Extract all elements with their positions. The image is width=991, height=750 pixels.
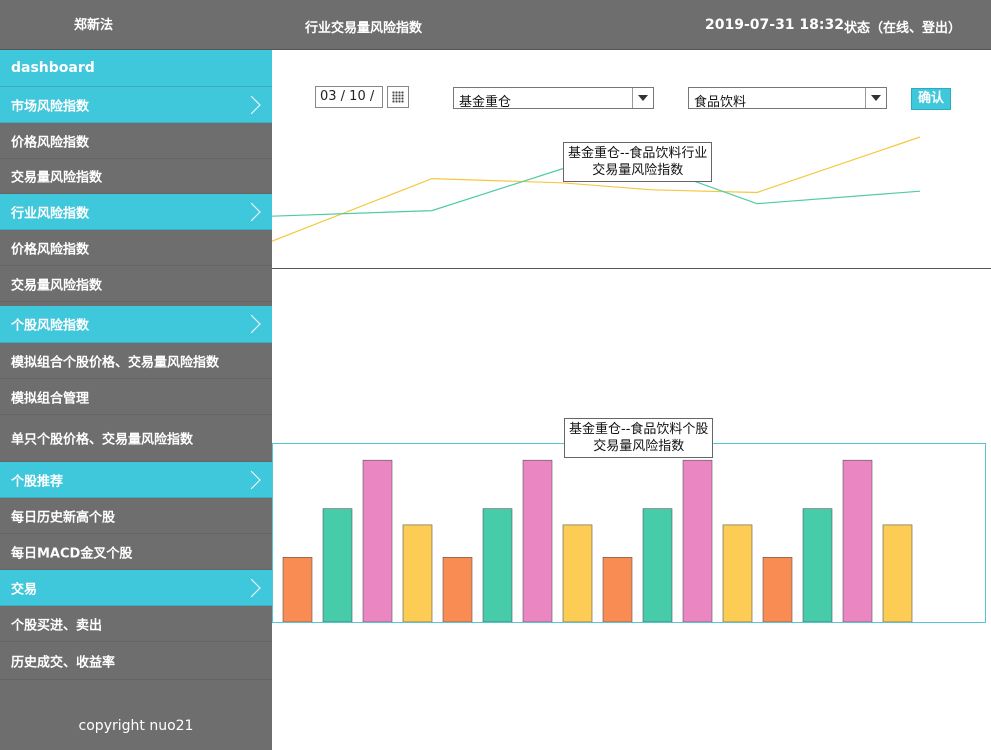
bar-8[interactable] xyxy=(562,524,593,623)
industry-select[interactable]: 食品饮料 xyxy=(688,87,887,110)
date-input[interactable]: 03 / 10 / xyxy=(315,86,383,108)
bar-10[interactable] xyxy=(642,508,673,623)
industry-select-value: 食品饮料 xyxy=(694,95,747,110)
sidebar-item-9[interactable]: 模拟组合管理 xyxy=(0,379,272,415)
sidebar-item-12[interactable]: 每日历史新高个股 xyxy=(0,498,272,534)
bar-3[interactable] xyxy=(362,459,393,623)
bar-16[interactable] xyxy=(882,524,913,623)
chevron-right-icon xyxy=(242,202,261,221)
sidebar-item-label: 价格风险指数 xyxy=(11,135,90,150)
bar-chart-title: 基金重仓--食品饮料个股 交易量风险指数 xyxy=(564,418,714,458)
line-chart-title-line1: 基金重仓--食品饮料行业 xyxy=(568,146,708,161)
copyright-text: copyright nuo21 xyxy=(78,718,194,734)
bar-7[interactable] xyxy=(522,459,553,623)
bar-12[interactable] xyxy=(722,524,753,623)
bar-5[interactable] xyxy=(442,557,473,623)
page-title: 行业交易量风险指数 xyxy=(305,21,423,36)
calendar-button[interactable] xyxy=(387,86,409,108)
sidebar-item-label: 个股买进、卖出 xyxy=(11,618,103,633)
chevron-right-icon xyxy=(242,470,261,489)
sidebar: dashboard 市场风险指数 价格风险指数 交易量风险指数 行业风险指数 价格风险指数… xyxy=(0,50,272,750)
sidebar-item-0[interactable]: dashboard xyxy=(0,50,272,87)
sidebar-item-label: 个股风险指数 xyxy=(11,318,90,334)
sidebar-item-13[interactable]: 每日MACD金叉个股 xyxy=(0,534,272,570)
sidebar-item-label: 单只个股价格、交易量风险指数 xyxy=(11,432,194,448)
sidebar-item-label: 价格风险指数 xyxy=(11,242,90,257)
chart-baseline xyxy=(272,268,991,269)
sidebar-item-14[interactable]: 交易 xyxy=(0,570,272,606)
fund-select[interactable]: 基金重仓 xyxy=(453,87,654,110)
bar-chart-title-line1: 基金重仓--食品饮料个股 xyxy=(569,422,709,437)
sidebar-item-11[interactable]: 个股推荐 xyxy=(0,462,272,498)
bar-4[interactable] xyxy=(402,524,433,623)
chevron-right-icon xyxy=(242,95,261,114)
status-logout-link[interactable]: 状态（在线、登出） xyxy=(844,17,961,36)
sidebar-item-4[interactable]: 行业风险指数 xyxy=(0,194,272,230)
bar-1[interactable] xyxy=(282,557,313,623)
sidebar-item-label: 行业风险指数 xyxy=(11,206,90,221)
bar-13[interactable] xyxy=(762,557,793,623)
sidebar-item-label: 交易量风险指数 xyxy=(11,278,103,293)
sidebar-item-2[interactable]: 价格风险指数 xyxy=(0,123,272,159)
sidebar-item-15[interactable]: 个股买进、卖出 xyxy=(0,606,272,642)
confirm-button[interactable]: 确认 xyxy=(911,88,951,110)
sidebar-item-1[interactable]: 市场风险指数 xyxy=(0,87,272,123)
chevron-down-icon xyxy=(865,88,886,108)
sidebar-item-3[interactable]: 交易量风险指数 xyxy=(0,159,272,194)
bar-14[interactable] xyxy=(802,508,833,623)
sidebar-item-label: 每日MACD金叉个股 xyxy=(11,546,133,561)
sidebar-item-label: 模拟组合管理 xyxy=(11,391,90,406)
line-chart-title-line2: 交易量风险指数 xyxy=(592,163,684,178)
sidebar-item-16[interactable]: 历史成交、收益率 xyxy=(0,642,272,680)
calendar-icon xyxy=(392,91,404,103)
sidebar-item-label: dashboard xyxy=(11,60,95,76)
bar-9[interactable] xyxy=(602,557,633,623)
sidebar-item-10[interactable]: 单只个股价格、交易量风险指数 xyxy=(0,415,272,462)
top-header: 郑新法 行业交易量风险指数 2019-07-31 18:32 状态（在线、登出） xyxy=(0,0,991,50)
chevron-right-icon xyxy=(242,314,261,334)
bar-6[interactable] xyxy=(482,508,513,623)
sidebar-item-label: 模拟组合个股价格、交易量风险指数 xyxy=(11,355,220,370)
chevron-right-icon xyxy=(242,578,261,597)
datetime: 2019-07-31 18:32 xyxy=(705,17,844,33)
bar-chart-title-line2: 交易量风险指数 xyxy=(593,439,685,454)
sidebar-item-label: 市场风险指数 xyxy=(11,99,90,114)
fund-select-value: 基金重仓 xyxy=(459,95,512,110)
username[interactable]: 郑新法 xyxy=(74,14,113,33)
stock-bar-chart xyxy=(272,443,986,623)
bar-chart-svg xyxy=(282,459,913,623)
sidebar-item-8[interactable]: 模拟组合个股价格、交易量风险指数 xyxy=(0,343,272,379)
line-chart-title: 基金重仓--食品饮料行业 交易量风险指数 xyxy=(563,142,713,182)
sidebar-item-label: 每日历史新高个股 xyxy=(11,510,116,525)
bar-15[interactable] xyxy=(842,459,873,623)
sidebar-item-label: 交易量风险指数 xyxy=(11,170,103,186)
sidebar-item-label: 个股推荐 xyxy=(11,474,64,489)
bar-2[interactable] xyxy=(322,508,353,623)
bar-11[interactable] xyxy=(682,459,713,623)
sidebar-item-6[interactable]: 交易量风险指数 xyxy=(0,266,272,302)
chevron-down-icon xyxy=(632,88,653,108)
sidebar-item-7[interactable]: 个股风险指数 xyxy=(0,306,272,343)
sidebar-item-label: 历史成交、收益率 xyxy=(11,655,116,670)
sidebar-item-5[interactable]: 价格风险指数 xyxy=(0,230,272,266)
sidebar-item-label: 交易 xyxy=(11,582,38,597)
